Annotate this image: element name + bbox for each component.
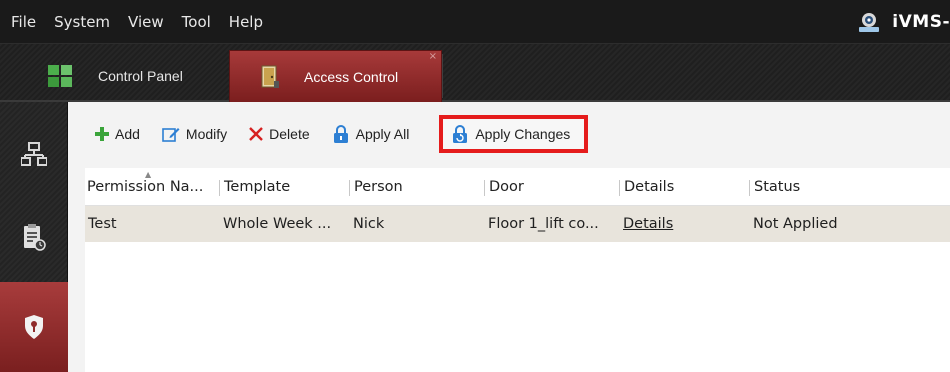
column-header-details[interactable]: Details [619, 168, 752, 206]
brand-logo: iVMS- [856, 0, 950, 44]
rail-report-button[interactable] [0, 198, 68, 278]
column-header-permission[interactable]: ▲ Permission Na... [85, 168, 222, 206]
column-header-person[interactable]: Person [349, 168, 487, 206]
apply-all-button-label: Apply All [355, 126, 410, 142]
sort-up-icon: ▲ [145, 169, 152, 179]
column-header-label: Door [489, 178, 524, 195]
tab-control-panel[interactable]: Control Panel [40, 50, 220, 102]
rail-access-button[interactable] [0, 282, 68, 372]
menu-tool[interactable]: Tool [173, 13, 220, 31]
menu-system[interactable]: System [45, 13, 119, 31]
delete-button[interactable]: Delete [249, 126, 310, 142]
modify-button[interactable]: Modify [162, 126, 227, 142]
column-header-label: Status [754, 178, 801, 195]
x-icon [249, 127, 264, 141]
tab-access-control[interactable]: Access Control × [229, 50, 442, 102]
edit-icon [162, 128, 180, 142]
table-header: ▲ Permission Na... Template Person Door … [85, 168, 950, 206]
lock-icon [333, 125, 348, 143]
details-link[interactable]: Details [622, 216, 752, 232]
modify-button-label: Modify [185, 126, 228, 142]
close-icon[interactable]: × [429, 51, 437, 62]
column-header-label: Template [224, 178, 291, 195]
menu-file[interactable]: File [0, 13, 45, 31]
table-row[interactable]: Test Whole Week ... Nick Floor 1_lift co… [85, 206, 950, 242]
column-header-template[interactable]: Template [219, 168, 352, 206]
apply-changes-button-label: Apply Changes [475, 126, 571, 142]
column-header-label: Person [354, 178, 403, 195]
grid-icon [48, 65, 72, 87]
cell-status: Not Applied [753, 216, 838, 232]
report-icon [24, 224, 46, 251]
camera-icon [859, 13, 880, 32]
menu-view[interactable]: View [119, 13, 173, 31]
module-tab-bar: Control Panel Access Control × [0, 44, 950, 102]
cell-door: Floor 1_lift co... [488, 216, 599, 232]
permission-table: ▲ Permission Na... Template Person Door … [85, 168, 950, 372]
menu-help[interactable]: Help [220, 13, 272, 31]
tab-divider [442, 54, 443, 98]
apply-changes-button[interactable]: Apply Changes [439, 115, 589, 153]
door-icon [261, 65, 279, 88]
delete-button-label: Delete [269, 126, 310, 142]
add-button-label: Add [115, 126, 140, 142]
column-header-door[interactable]: Door [484, 168, 622, 206]
cell-permission: Test [88, 216, 117, 232]
plus-icon [95, 127, 109, 141]
cell-person: Nick [353, 216, 385, 232]
toolbar: Add Modify Delete Apply All Apply Change… [68, 102, 950, 166]
lock-refresh-icon [453, 125, 468, 143]
shield-icon [25, 315, 43, 339]
apply-all-button[interactable]: Apply All [332, 125, 410, 143]
cell-template: Whole Week ... [223, 216, 332, 232]
tab-label: Control Panel [98, 68, 183, 84]
column-header-label: Details [624, 178, 675, 195]
add-button[interactable]: Add [95, 126, 140, 142]
column-header-status[interactable]: Status [749, 168, 942, 206]
network-icon [21, 142, 47, 166]
left-rail [0, 102, 68, 372]
menu-bar: File System View Tool Help iVMS- [0, 0, 950, 44]
column-header-label: Permission Na... [87, 178, 204, 195]
tab-label: Access Control [304, 68, 399, 85]
brand-text: iVMS- [892, 12, 950, 32]
rail-network-button[interactable] [0, 114, 68, 194]
content-area: Add Modify Delete Apply All Apply Change… [68, 102, 950, 372]
